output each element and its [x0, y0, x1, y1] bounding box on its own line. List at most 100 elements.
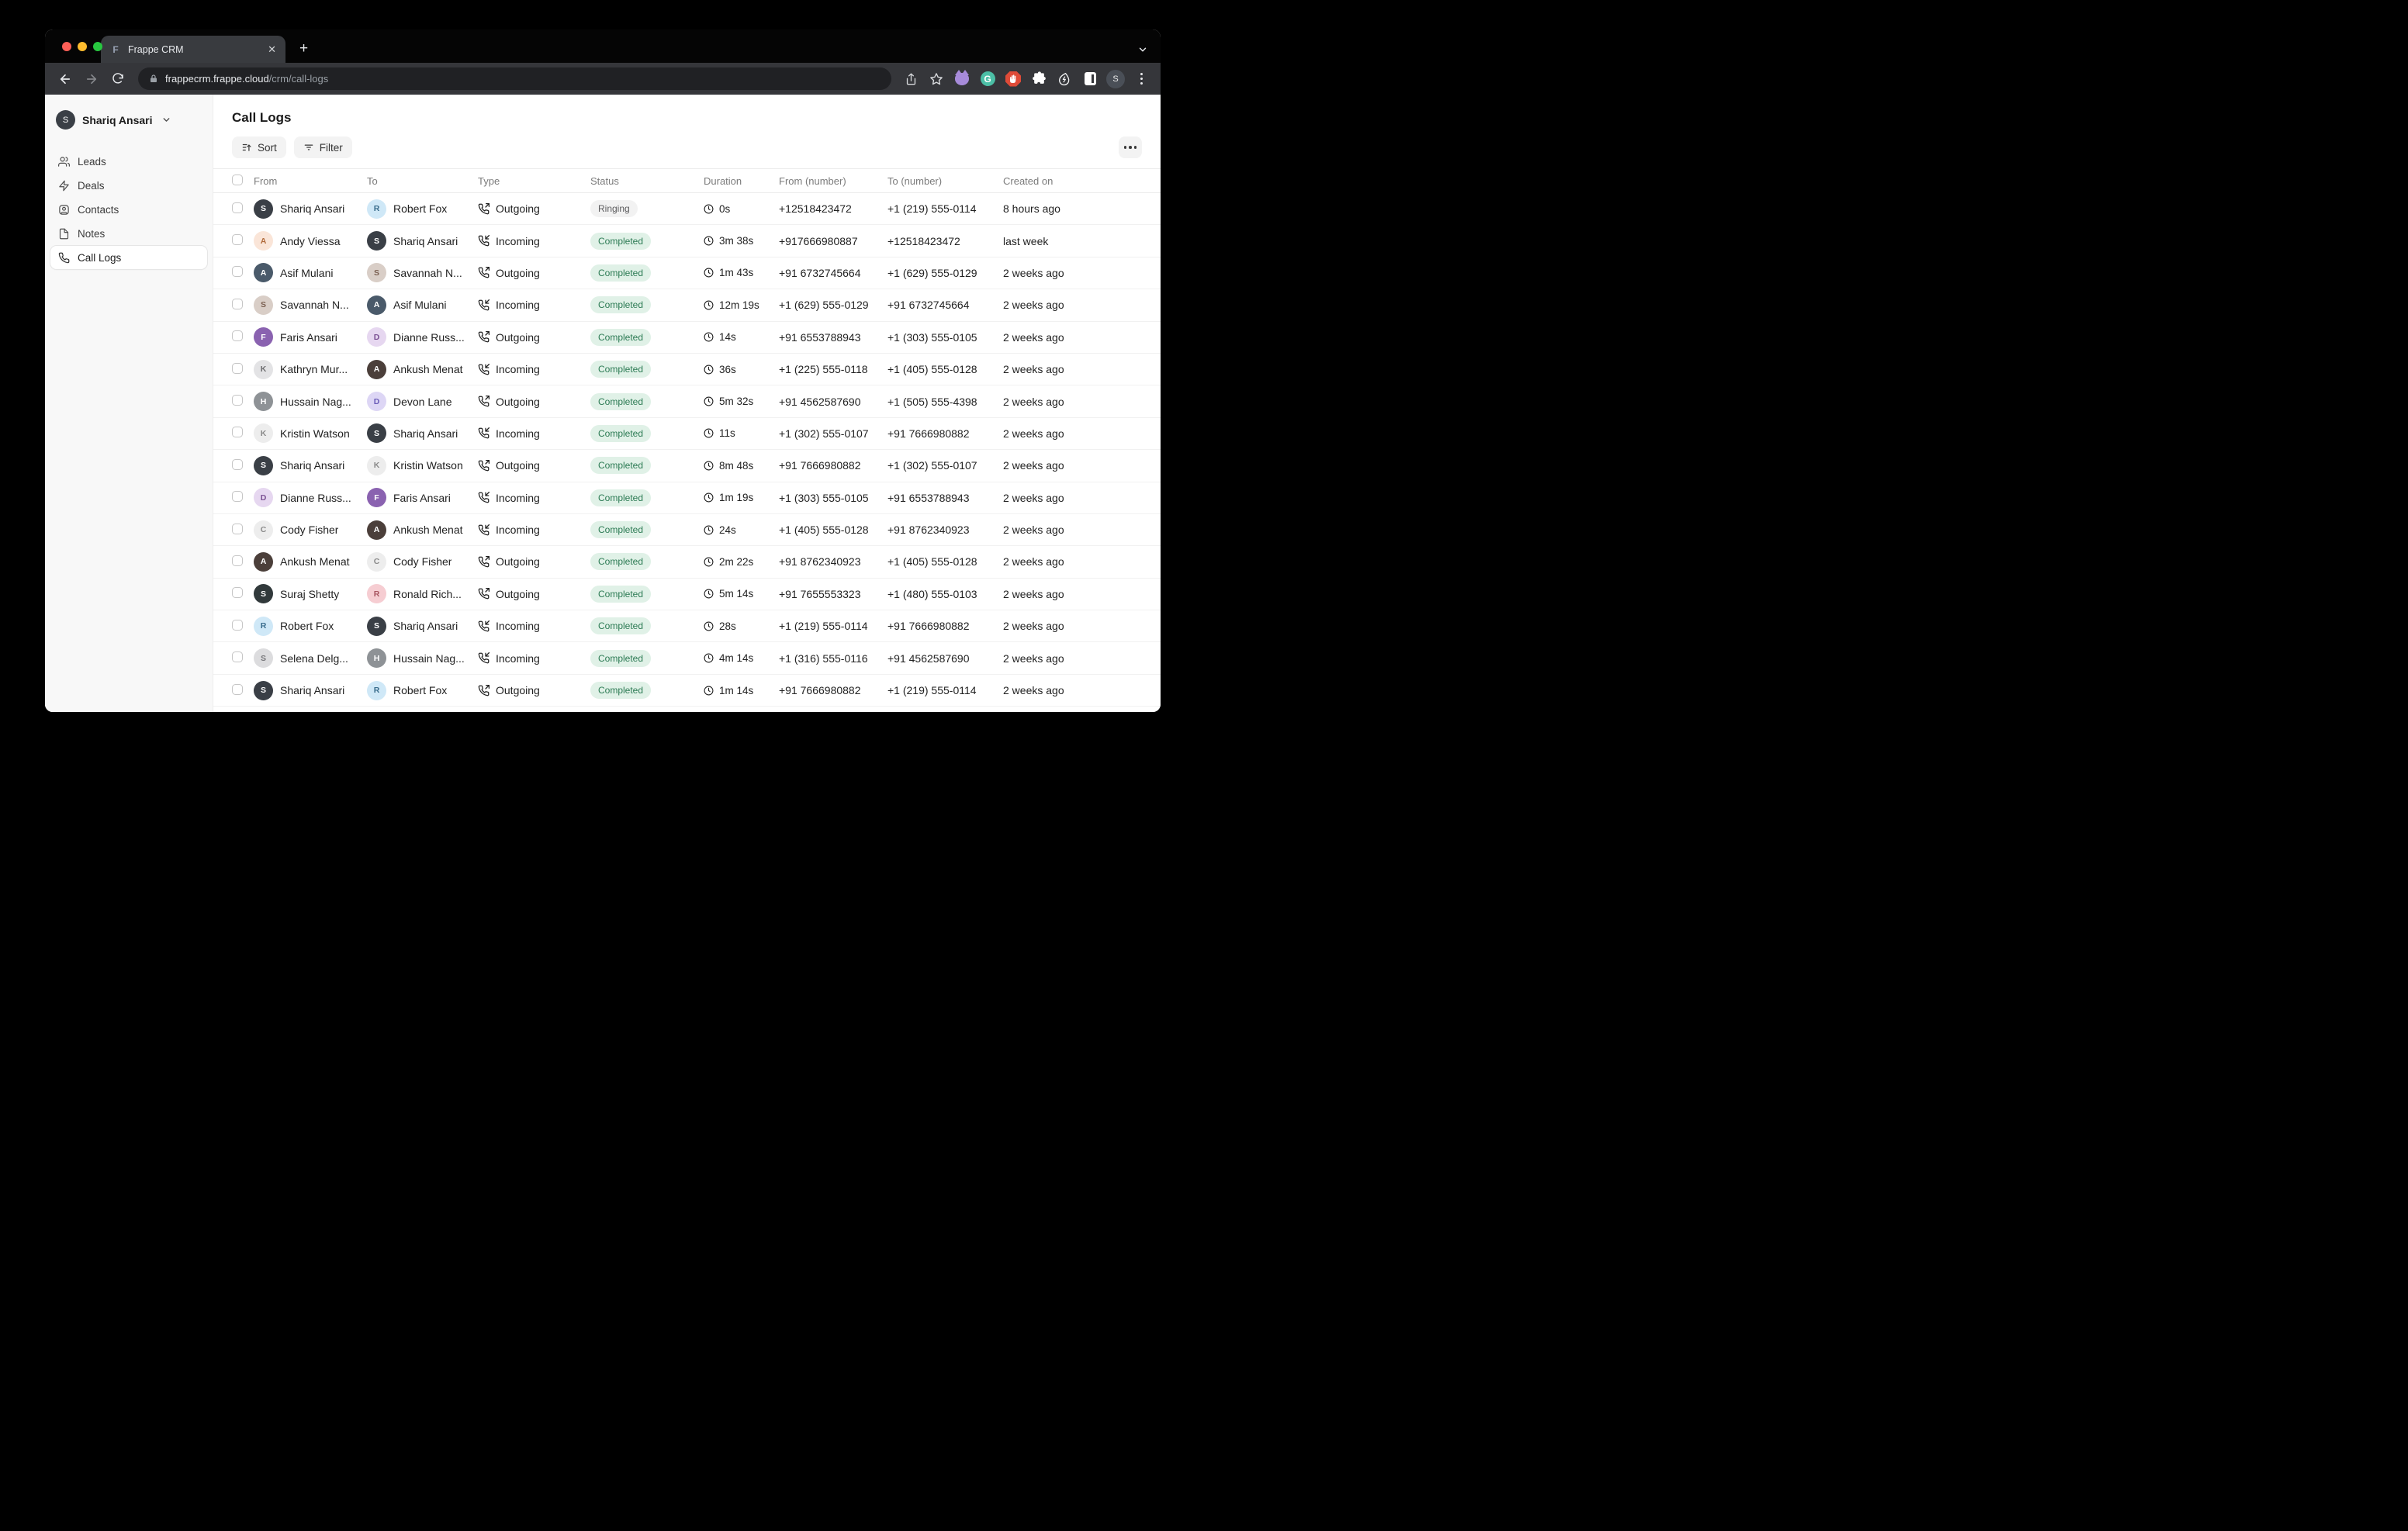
share-icon[interactable]: [901, 69, 921, 89]
table-row[interactable]: SSavannah N... AAsif Mulani Incoming Com…: [213, 289, 1161, 321]
table-row[interactable]: AAnkush Menat CCody Fisher Outgoing Comp…: [213, 546, 1161, 578]
filter-icon: [303, 142, 314, 153]
github-extension-icon[interactable]: [952, 69, 972, 89]
table-row[interactable]: SSuraj Shetty RRonald Rich... Outgoing C…: [213, 579, 1161, 610]
to-number: +1 (505) 555-4398: [887, 396, 1003, 408]
reading-panel-extension-icon[interactable]: [1080, 69, 1100, 89]
created-on: 2 weeks ago: [1003, 492, 1142, 504]
table-row[interactable]: KKathryn Mur... AAnkush Menat Incoming C…: [213, 354, 1161, 385]
table-row[interactable]: FFaris Ansari DDianne Russ... Outgoing C…: [213, 322, 1161, 354]
sidebar-item-call-logs[interactable]: Call Logs: [50, 246, 207, 269]
leads-icon: [58, 156, 70, 168]
back-button[interactable]: [54, 68, 76, 90]
phone-incoming-icon: [478, 427, 490, 439]
sidebar-item-deals[interactable]: Deals: [50, 174, 207, 197]
table-row[interactable]: SShariq Ansari RRobert Fox Outgoing Comp…: [213, 675, 1161, 707]
sidebar-item-contacts[interactable]: Contacts: [50, 198, 207, 221]
adblock-extension-icon[interactable]: [1003, 69, 1023, 89]
new-tab-button[interactable]: +: [299, 40, 308, 57]
duration-value: 5m 32s: [719, 396, 753, 407]
table-row[interactable]: SShariq Ansari RRobert Fox Outgoing Ring…: [213, 193, 1161, 225]
column-header-duration[interactable]: Duration: [704, 175, 779, 187]
created-on: 2 weeks ago: [1003, 588, 1142, 600]
row-checkbox[interactable]: [232, 459, 243, 470]
row-checkbox[interactable]: [232, 234, 243, 245]
from-number: +91 7655553323: [779, 588, 887, 600]
sidebar-item-leads[interactable]: Leads: [50, 150, 207, 173]
browser-profile-avatar[interactable]: S: [1105, 69, 1126, 89]
grammarly-extension-icon[interactable]: G: [977, 69, 998, 89]
row-checkbox[interactable]: [232, 395, 243, 406]
bookmark-star-icon[interactable]: [926, 69, 946, 89]
row-checkbox[interactable]: [232, 427, 243, 437]
table-row[interactable]: SShariq Ansari KKristin Watson Outgoing …: [213, 450, 1161, 482]
row-checkbox[interactable]: [232, 555, 243, 566]
created-on: 2 weeks ago: [1003, 652, 1142, 665]
table-row[interactable]: SSelena Delg... HHussain Nag... Incoming…: [213, 642, 1161, 674]
forward-button[interactable]: [81, 68, 102, 90]
browser-menu-icon[interactable]: [1131, 69, 1151, 89]
table-row[interactable]: HHussain Nag... DDevon Lane Outgoing Com…: [213, 385, 1161, 417]
table-row[interactable]: AAndy Viessa SShariq Ansari Incoming Com…: [213, 225, 1161, 257]
row-checkbox[interactable]: [232, 491, 243, 502]
from-number: +91 6732745664: [779, 267, 887, 279]
row-checkbox[interactable]: [232, 524, 243, 534]
column-header-from[interactable]: From: [254, 175, 367, 187]
sidebar-item-notes[interactable]: Notes: [50, 222, 207, 245]
to-name: Savannah N...: [393, 267, 462, 279]
row-checkbox[interactable]: [232, 620, 243, 631]
more-options-button[interactable]: [1119, 137, 1142, 158]
call-type-label: Incoming: [496, 524, 540, 536]
phone-outgoing-icon: [478, 588, 490, 600]
user-menu[interactable]: S Shariq Ansari: [50, 107, 207, 133]
from-name: Dianne Russ...: [280, 492, 351, 504]
filter-button[interactable]: Filter: [294, 137, 352, 158]
row-checkbox[interactable]: [232, 363, 243, 374]
minimize-window-button[interactable]: [78, 42, 87, 51]
zoom-window-button[interactable]: [93, 42, 102, 51]
clock-icon: [704, 525, 714, 535]
column-header-to[interactable]: To: [367, 175, 478, 187]
column-header-from-number[interactable]: From (number): [779, 175, 887, 187]
phone-outgoing-icon: [478, 331, 490, 343]
browser-tab[interactable]: F Frappe CRM ✕: [101, 36, 285, 63]
column-header-type[interactable]: Type: [478, 175, 590, 187]
to-avatar: R: [367, 681, 386, 700]
table-row[interactable]: RRobert Fox SShariq Ansari Incoming Comp…: [213, 610, 1161, 642]
row-checkbox[interactable]: [232, 651, 243, 662]
to-name: Robert Fox: [393, 202, 447, 215]
table-row[interactable]: CCody Fisher AAnkush Menat Incoming Comp…: [213, 514, 1161, 546]
address-bar[interactable]: frappecrm.frappe.cloud/crm/call-logs: [138, 67, 891, 90]
to-name: Devon Lane: [393, 396, 452, 408]
reload-button[interactable]: [107, 68, 129, 90]
row-checkbox[interactable]: [232, 587, 243, 598]
select-all-checkbox[interactable]: [232, 175, 243, 185]
tab-search-chevron-icon[interactable]: [1137, 44, 1148, 55]
leaf-extension-icon[interactable]: [1054, 69, 1074, 89]
column-header-created-on[interactable]: Created on: [1003, 175, 1142, 187]
row-checkbox[interactable]: [232, 330, 243, 341]
close-window-button[interactable]: [62, 42, 71, 51]
phone-incoming-icon: [478, 235, 490, 247]
tab-close-icon[interactable]: ✕: [268, 43, 276, 56]
duration-value: 1m 43s: [719, 267, 753, 278]
from-number: +91 7666980882: [779, 459, 887, 472]
column-header-to-number[interactable]: To (number): [887, 175, 1003, 187]
row-checkbox[interactable]: [232, 684, 243, 695]
call-type-label: Outgoing: [496, 202, 540, 215]
from-number: +12518423472: [779, 202, 887, 215]
table-row[interactable]: DDianne Russ... FFaris Ansari Incoming C…: [213, 482, 1161, 514]
extensions-puzzle-icon[interactable]: [1029, 69, 1049, 89]
row-checkbox[interactable]: [232, 202, 243, 213]
row-checkbox[interactable]: [232, 299, 243, 309]
row-checkbox[interactable]: [232, 266, 243, 277]
sort-button[interactable]: Sort: [232, 137, 286, 158]
from-name: Shariq Ansari: [280, 459, 344, 472]
phone-outgoing-icon: [478, 685, 490, 696]
table-row[interactable]: AAsif Mulani SSavannah N... Outgoing Com…: [213, 257, 1161, 289]
table-row[interactable]: KKristin Watson SShariq Ansari Incoming …: [213, 418, 1161, 450]
column-header-status[interactable]: Status: [590, 175, 704, 187]
phone-incoming-icon: [478, 299, 490, 311]
created-on: 2 weeks ago: [1003, 555, 1142, 568]
duration-value: 1m 14s: [719, 685, 753, 696]
